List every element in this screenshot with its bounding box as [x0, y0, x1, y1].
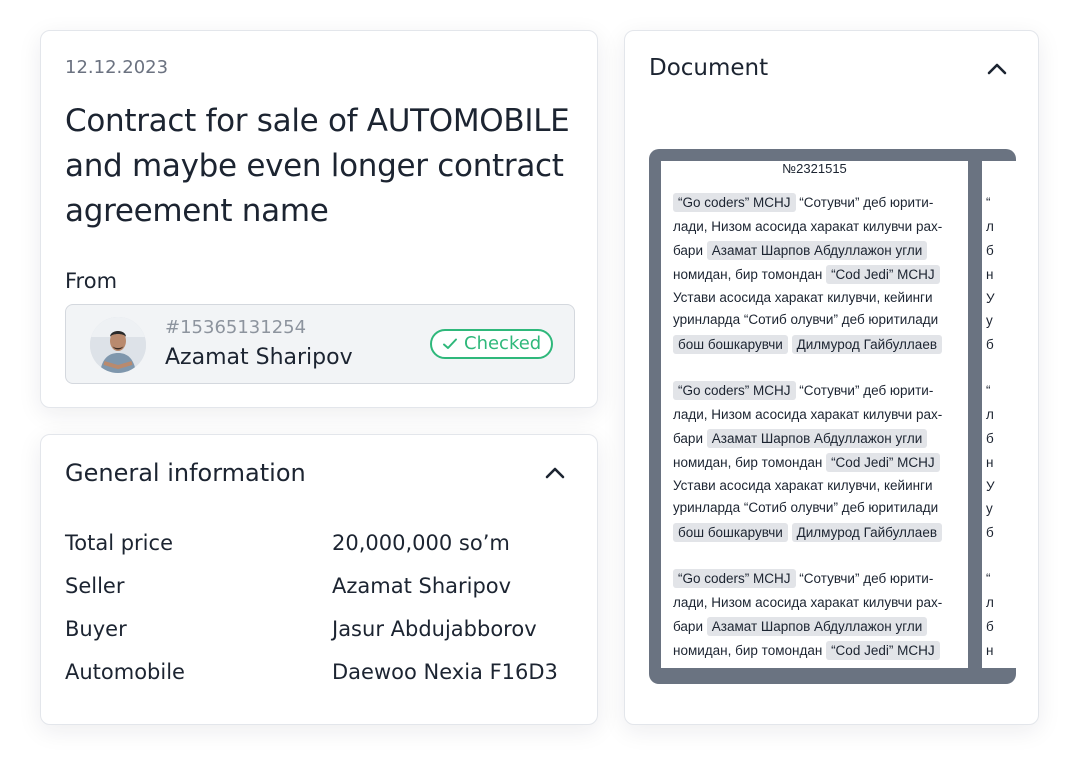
- info-label: Automobile: [65, 660, 185, 684]
- doc-text: л: [986, 219, 994, 234]
- doc-tag: Дилмурод Гайбуллаев: [791, 335, 942, 354]
- contract-card: 12.12.2023 Contract for sale of AUTOMOBI…: [40, 30, 598, 408]
- doc-text: у: [986, 501, 993, 516]
- doc-text: Устави асосида харакат килувчи, кейинги: [673, 290, 933, 305]
- doc-text: лади, Низом асосида харакат килувчи рах-: [673, 407, 943, 422]
- info-label: Buyer: [65, 617, 127, 641]
- doc-text: л: [986, 407, 994, 422]
- document-card: Document №2321515 “Go coders” MCHJ “Соту…: [624, 30, 1039, 725]
- doc-tag: “Go coders” MCHJ: [673, 381, 796, 400]
- doc-text: “Сотувчи” деб юрити-: [799, 383, 934, 398]
- checkmark-icon: [443, 338, 457, 349]
- contract-date: 12.12.2023: [65, 57, 169, 78]
- document-number: №2321515: [782, 161, 847, 176]
- doc-text: б: [986, 619, 994, 634]
- from-label: From: [65, 269, 118, 293]
- doc-tag: Дилмурод Гайбуллаев: [791, 523, 942, 542]
- info-value: Azamat Sharipov: [332, 574, 512, 598]
- doc-text: “: [986, 195, 991, 210]
- doc-text: н: [986, 455, 994, 470]
- doc-text: л: [986, 595, 994, 610]
- doc-text: б: [986, 525, 994, 540]
- doc-text: н: [986, 643, 994, 658]
- doc-tag: бош бошкарувчи: [673, 523, 788, 542]
- doc-text: номидан, бир томондан: [673, 455, 823, 470]
- doc-text: бари: [673, 619, 703, 634]
- doc-text: Устави асосида харакат килувчи, кейинги: [673, 478, 933, 493]
- doc-tag: “Go coders” MCHJ: [673, 569, 796, 588]
- doc-text: б: [986, 337, 994, 352]
- doc-text: У: [986, 479, 995, 494]
- doc-tag: “Cod Jedi” MCHJ: [826, 265, 940, 284]
- info-value: Jasur Abdujabborov: [332, 617, 537, 641]
- party-name: Azamat Sharipov: [165, 345, 353, 370]
- doc-text: номидан, бир томондан: [673, 267, 823, 282]
- doc-text: лади, Низом асосида харакат килувчи рах-: [673, 219, 943, 234]
- doc-text: “: [986, 571, 991, 586]
- doc-text: уринларда “Сотиб олувчи” деб юритилади: [673, 500, 939, 515]
- contract-title: Contract for sale of AUTOMOBILE and mayb…: [65, 103, 570, 229]
- doc-text: лади, Низом асосида харакат килувчи рах-: [673, 595, 943, 610]
- document-title: Document: [649, 55, 769, 81]
- avatar: [90, 317, 146, 373]
- doc-text: У: [986, 291, 995, 306]
- doc-tag: бош бошкарувчи: [673, 335, 788, 354]
- doc-text: у: [986, 313, 993, 328]
- doc-text: б: [986, 243, 994, 258]
- doc-tag: “Go coders” MCHJ: [673, 193, 796, 212]
- doc-text: “Сотувчи” деб юрити-: [799, 195, 934, 210]
- doc-text: “Сотувчи” деб юрити-: [799, 571, 934, 586]
- document-page: №2321515 “Go coders” MCHJ “Сотувчи” деб …: [661, 161, 968, 668]
- document-page-next: “ л б н У у б “ л б н У у б “ л б н: [982, 161, 1016, 668]
- doc-text: уринларда “Сотиб олувчи” деб юритилади: [673, 312, 939, 327]
- doc-tag: “Cod Jedi” MCHJ: [826, 641, 940, 660]
- general-info-card: General information Total price 20,000,0…: [40, 434, 598, 725]
- party-id: #15365131254: [165, 317, 307, 338]
- chevron-up-icon[interactable]: [983, 55, 1011, 83]
- doc-text: “: [986, 383, 991, 398]
- doc-text: номидан, бир томондан: [673, 643, 823, 658]
- doc-tag: Азамат Шарпов Абдуллажон угли: [706, 429, 928, 448]
- general-info-title: General information: [65, 459, 306, 487]
- doc-tag: “Cod Jedi” MCHJ: [826, 453, 940, 472]
- info-row-buyer: Buyer Jasur Abdujabborov: [65, 617, 575, 647]
- chevron-up-icon[interactable]: [541, 459, 569, 487]
- info-label: Total price: [65, 531, 173, 555]
- doc-text: н: [986, 267, 994, 282]
- info-row-automobile: Automobile Daewoo Nexia F16D3: [65, 660, 575, 690]
- info-value: Daewoo Nexia F16D3: [332, 660, 558, 684]
- document-preview[interactable]: №2321515 “Go coders” MCHJ “Сотувчи” деб …: [649, 149, 1016, 684]
- doc-text: б: [986, 431, 994, 446]
- doc-text: бари: [673, 243, 703, 258]
- party-card[interactable]: #15365131254 Azamat Sharipov Checked: [65, 304, 575, 384]
- doc-text: бари: [673, 431, 703, 446]
- checked-badge: Checked: [430, 329, 554, 359]
- info-row-seller: Seller Azamat Sharipov: [65, 574, 575, 604]
- doc-tag: Азамат Шарпов Абдуллажон угли: [706, 241, 928, 260]
- doc-tag: Азамат Шарпов Абдуллажон угли: [706, 617, 928, 636]
- checked-label: Checked: [464, 333, 542, 354]
- info-row-total-price: Total price 20,000,000 so’m: [65, 531, 575, 561]
- info-value: 20,000,000 so’m: [332, 531, 510, 555]
- info-label: Seller: [65, 574, 125, 598]
